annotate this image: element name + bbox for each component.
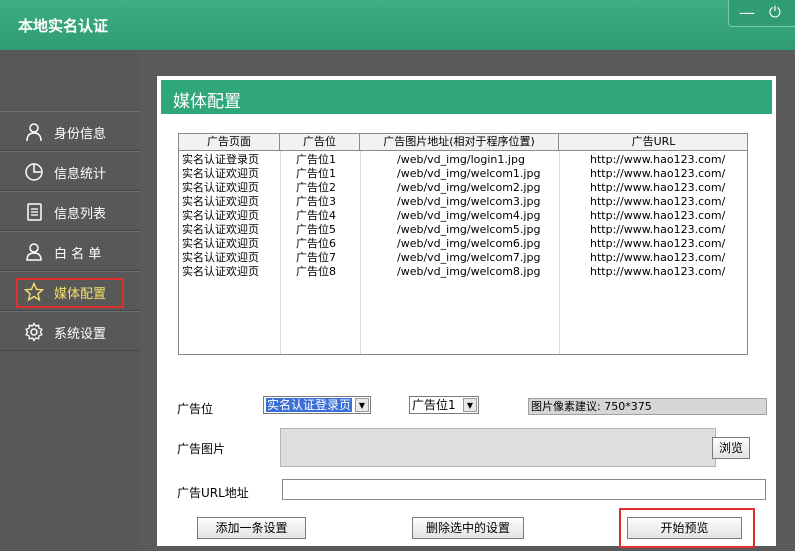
table-row[interactable]: 实名认证欢迎页 广告位5 /web/vd_img/welcom5.jpg htt… <box>179 223 747 237</box>
highlight-box <box>16 278 124 308</box>
cell-page: 实名认证欢迎页 <box>182 237 259 250</box>
cell-slot: 广告位2 <box>296 181 336 194</box>
table-row[interactable]: 实名认证登录页 广告位1 /web/vd_img/login1.jpg http… <box>179 153 747 167</box>
ad-slot-label: 广告位 <box>177 402 214 416</box>
sidebar-item-label: 系统设置 <box>54 327 107 342</box>
user-outline-icon <box>26 243 42 261</box>
table-row[interactable]: 实名认证欢迎页 广告位2 /web/vd_img/welcom2.jpg htt… <box>179 181 747 195</box>
panel-title: 媒体配置 <box>173 92 241 112</box>
slot-select-value: 广告位1 <box>412 398 456 412</box>
pixel-hint: 图片像素建议: 750*375 <box>528 398 767 415</box>
cell-page: 实名认证欢迎页 <box>182 209 259 222</box>
cell-image-path: /web/vd_img/welcom8.jpg <box>397 265 541 278</box>
app-title: 本地实名认证 <box>18 17 109 35</box>
slot-select[interactable]: 广告位1 ▼ <box>409 396 479 414</box>
document-list-icon <box>27 203 42 221</box>
sidebar-item-whitelist[interactable]: 白 名 单 <box>0 231 140 271</box>
delete-selected-button[interactable]: 删除选中的设置 <box>412 517 524 539</box>
cell-slot: 广告位5 <box>296 223 336 236</box>
sidebar-item-label: 信息列表 <box>54 207 107 222</box>
cell-slot: 广告位1 <box>296 153 336 166</box>
column-header[interactable]: 广告位 <box>280 134 360 151</box>
cell-image-path: /web/vd_img/welcom1.jpg <box>397 167 541 180</box>
cell-page: 实名认证欢迎页 <box>182 195 259 208</box>
cell-page: 实名认证欢迎页 <box>182 181 259 194</box>
gear-icon <box>25 322 43 342</box>
cell-url: http://www.hao123.com/ <box>590 153 726 166</box>
cell-url: http://www.hao123.com/ <box>590 237 726 250</box>
panel-header: 媒体配置 <box>161 80 772 114</box>
table-row[interactable]: 实名认证欢迎页 广告位4 /web/vd_img/welcom4.jpg htt… <box>179 209 747 223</box>
page-select[interactable]: 实名认证登录页 ▼ <box>263 396 371 414</box>
title-bar: 本地实名认证 — ⏻ <box>0 0 795 50</box>
sidebar-item-label: 信息统计 <box>54 167 107 182</box>
cell-slot: 广告位6 <box>296 237 336 250</box>
cell-image-path: /web/vd_img/welcom7.jpg <box>397 251 541 264</box>
ad-image-label: 广告图片 <box>177 442 226 456</box>
minimize-icon[interactable]: — <box>739 3 755 22</box>
cell-url: http://www.hao123.com/ <box>590 195 726 208</box>
pie-chart-icon <box>25 163 43 181</box>
table-row[interactable]: 实名认证欢迎页 广告位7 /web/vd_img/welcom7.jpg htt… <box>179 251 747 265</box>
cell-slot: 广告位1 <box>296 167 336 180</box>
cell-slot: 广告位3 <box>296 195 336 208</box>
chevron-down-icon[interactable]: ▼ <box>463 398 477 412</box>
sidebar-item-label: 身份信息 <box>54 127 107 142</box>
cell-url: http://www.hao123.com/ <box>590 223 726 236</box>
cell-page: 实名认证欢迎页 <box>182 223 259 236</box>
table-row[interactable]: 实名认证欢迎页 广告位3 /web/vd_img/welcom3.jpg htt… <box>179 195 747 209</box>
sidebar-item-identity[interactable]: 身份信息 <box>0 111 140 151</box>
cell-image-path: /web/vd_img/welcom3.jpg <box>397 195 541 208</box>
page-select-value: 实名认证登录页 <box>266 398 353 412</box>
ad-image-preview <box>280 428 716 467</box>
sidebar-item-label: 白 名 单 <box>54 247 102 262</box>
cell-image-path: /web/vd_img/login1.jpg <box>397 153 525 166</box>
sidebar-item-system-settings[interactable]: 系统设置 <box>0 311 140 351</box>
sidebar: 身份信息 信息统计 信息列表 白 名 单 媒体配置 系统设置 <box>0 50 140 551</box>
media-config-panel: 媒体配置 广告页面 广告位 广告图片地址(相对于程序位置) 广告URL 实名认证… <box>157 76 776 548</box>
power-icon[interactable]: ⏻ <box>769 3 781 21</box>
ad-url-label: 广告URL地址 <box>177 486 249 500</box>
ad-config-table[interactable]: 广告页面 广告位 广告图片地址(相对于程序位置) 广告URL 实名认证登录页 广… <box>178 133 748 355</box>
column-header[interactable]: 广告页面 <box>179 134 280 151</box>
table-row[interactable]: 实名认证欢迎页 广告位8 /web/vd_img/welcom8.jpg htt… <box>179 265 747 279</box>
sidebar-item-statistics[interactable]: 信息统计 <box>0 151 140 191</box>
cell-image-path: /web/vd_img/welcom4.jpg <box>397 209 541 222</box>
chevron-down-icon[interactable]: ▼ <box>355 398 369 412</box>
table-row[interactable]: 实名认证欢迎页 广告位6 /web/vd_img/welcom6.jpg htt… <box>179 237 747 251</box>
column-header[interactable]: 广告URL <box>559 134 747 151</box>
cell-image-path: /web/vd_img/welcom6.jpg <box>397 237 541 250</box>
cell-url: http://www.hao123.com/ <box>590 167 726 180</box>
cell-url: http://www.hao123.com/ <box>590 181 726 194</box>
highlight-box <box>619 508 755 548</box>
main-area: 媒体配置 广告页面 广告位 广告图片地址(相对于程序位置) 广告URL 实名认证… <box>140 50 795 551</box>
cell-slot: 广告位8 <box>296 265 336 278</box>
cell-url: http://www.hao123.com/ <box>590 251 726 264</box>
person-icon <box>26 123 42 142</box>
column-header[interactable]: 广告图片地址(相对于程序位置) <box>360 134 559 151</box>
cell-page: 实名认证登录页 <box>182 153 259 166</box>
cell-page: 实名认证欢迎页 <box>182 167 259 180</box>
cell-url: http://www.hao123.com/ <box>590 209 726 222</box>
cell-image-path: /web/vd_img/welcom5.jpg <box>397 223 541 236</box>
table-row[interactable]: 实名认证欢迎页 广告位1 /web/vd_img/welcom1.jpg htt… <box>179 167 747 181</box>
cell-page: 实名认证欢迎页 <box>182 251 259 264</box>
sidebar-item-info-list[interactable]: 信息列表 <box>0 191 140 231</box>
cell-page: 实名认证欢迎页 <box>182 265 259 278</box>
cell-slot: 广告位4 <box>296 209 336 222</box>
cell-url: http://www.hao123.com/ <box>590 265 726 278</box>
add-setting-button[interactable]: 添加一条设置 <box>197 517 306 539</box>
window-controls: — ⏻ <box>728 0 795 27</box>
ad-url-input[interactable] <box>282 479 766 500</box>
browse-button[interactable]: 浏览 <box>712 437 750 459</box>
cell-slot: 广告位7 <box>296 251 336 264</box>
cell-image-path: /web/vd_img/welcom2.jpg <box>397 181 541 194</box>
